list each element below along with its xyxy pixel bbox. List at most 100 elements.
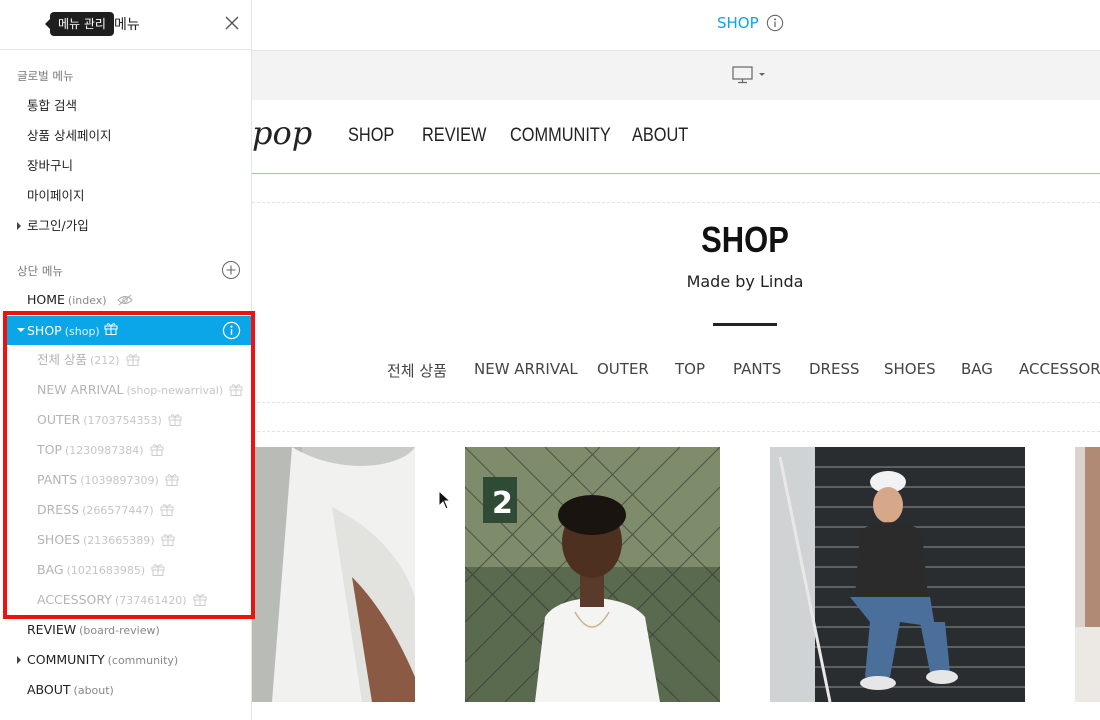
nav-link-about[interactable]: ABOUT (632, 125, 688, 147)
menu-item-slug: (community) (107, 654, 179, 667)
heading-rule (713, 323, 777, 326)
gift-icon (165, 474, 179, 486)
svg-text:2: 2 (492, 486, 513, 521)
submenu-item-slug: (213665389) (83, 534, 155, 547)
category-new-arrival[interactable]: NEW ARRIVAL (474, 360, 578, 378)
divider (252, 431, 1100, 432)
menu-item-label: SHOP (27, 323, 62, 338)
collapse-caret-icon[interactable] (17, 328, 25, 332)
submenu-item-pants[interactable]: PANTS (1039897309) (37, 470, 179, 490)
menu-item-community[interactable]: COMMUNITY (community) (27, 650, 178, 670)
submenu-item-all[interactable]: 전체 상품 (212) (37, 350, 140, 370)
gift-icon (151, 564, 165, 576)
menu-manage-tooltip: 메뉴 관리 (45, 12, 114, 36)
global-item-product-detail[interactable]: 상품 상세페이지 (27, 126, 111, 146)
product-image[interactable]: 2 (465, 447, 720, 702)
device-bar (252, 51, 1100, 100)
gift-icon (168, 414, 182, 426)
gift-icon (150, 444, 164, 456)
gift-icon (229, 384, 243, 396)
submenu-item-slug: (212) (89, 354, 120, 367)
category-top[interactable]: TOP (675, 360, 705, 378)
nav-link-community[interactable]: COMMUNITY (510, 125, 611, 147)
submenu-item-dress[interactable]: DRESS (266577447) (37, 500, 174, 520)
menu-item-label: COMMUNITY (27, 652, 105, 667)
submenu-item-label: NEW ARRIVAL (37, 382, 124, 397)
submenu-item-shoes[interactable]: SHOES (213665389) (37, 530, 175, 550)
editor-topbar: SHOP (252, 0, 1100, 51)
submenu-item-label: OUTER (37, 412, 81, 427)
global-item-cart[interactable]: 장바구니 (27, 156, 73, 176)
menu-item-label: REVIEW (27, 622, 77, 637)
submenu-item-slug: (266577447) (82, 504, 154, 517)
submenu-item-slug: (1039897309) (80, 474, 159, 487)
global-menu-label: 글로벌 메뉴 (17, 69, 74, 83)
menu-item-slug: (board-review) (79, 624, 160, 637)
expand-caret-icon[interactable] (17, 656, 21, 664)
global-item-search[interactable]: 통합 검색 (27, 96, 77, 116)
nav-link-review[interactable]: REVIEW (422, 125, 486, 147)
product-image[interactable] (1075, 447, 1100, 702)
category-bag[interactable]: BAG (961, 360, 993, 378)
submenu-item-label: ACCESSORY (37, 592, 112, 607)
gift-icon (126, 354, 140, 366)
submenu-item-accessory[interactable]: ACCESSORY (737461420) (37, 590, 207, 610)
gift-icon (161, 534, 175, 546)
gift-icon (193, 594, 206, 606)
shop-subtitle: Made by Linda (686, 272, 804, 291)
menu-item-label: HOME (27, 292, 65, 307)
sidebar-title: 메뉴 (114, 17, 140, 33)
menu-item-about[interactable]: ABOUT (about) (27, 680, 114, 700)
submenu-item-label: BAG (37, 562, 64, 577)
sidebar-header: 메뉴 메뉴 관리 (0, 0, 251, 50)
submenu-item-slug: (1703754353) (83, 414, 162, 427)
top-menu-label: 상단 메뉴 (17, 264, 63, 278)
site-logo[interactable]: pop (252, 114, 312, 152)
close-icon[interactable] (222, 13, 242, 33)
submenu-item-label: DRESS (37, 502, 80, 517)
submenu-item-outer[interactable]: OUTER (1703754353) (37, 410, 182, 430)
submenu-item-slug: (737461420) (114, 594, 187, 607)
page-title[interactable]: SHOP (717, 14, 759, 32)
submenu-item-label: SHOES (37, 532, 81, 547)
menu-item-label: ABOUT (27, 682, 71, 697)
menu-item-home[interactable]: HOME (index) (27, 290, 133, 310)
product-image[interactable] (770, 447, 1025, 702)
category-shoes[interactable]: SHOES (884, 360, 936, 378)
submenu-item-new-arrival[interactable]: NEW ARRIVAL (shop-newarrival) (37, 380, 243, 400)
info-icon[interactable] (222, 321, 241, 340)
category-all[interactable]: 전체 상품 (387, 360, 447, 381)
menu-item-slug: (index) (67, 294, 107, 307)
submenu-item-label: 전체 상품 (37, 352, 87, 367)
shop-heading: SHOP (701, 219, 789, 260)
gift-icon (104, 323, 118, 335)
info-icon[interactable] (766, 14, 784, 32)
add-menu-icon[interactable] (221, 260, 241, 280)
menu-item-shop[interactable]: SHOP (shop) (5, 316, 251, 345)
global-item-login[interactable]: 로그인/가입 (27, 216, 89, 236)
submenu-item-slug: (1230987384) (65, 444, 144, 457)
divider (252, 202, 1100, 203)
global-item-mypage[interactable]: 마이페이지 (27, 186, 85, 206)
category-pants[interactable]: PANTS (733, 360, 781, 378)
menu-sidebar: 메뉴 메뉴 관리 글로벌 메뉴 통합 검색 상품 상세페이지 장바구니 마이페이… (0, 0, 252, 720)
product-image[interactable] (252, 447, 415, 702)
gift-icon (160, 504, 174, 516)
expand-caret-icon[interactable] (17, 222, 21, 230)
shop-content: SHOP Made by Linda 전체 상품 NEW ARRIVAL OUT… (252, 175, 1100, 720)
submenu-item-top[interactable]: TOP (1230987384) (37, 440, 164, 460)
site-header: pop SHOP REVIEW COMMUNITY ABOUT (252, 100, 1100, 174)
category-dress[interactable]: DRESS (809, 360, 860, 378)
submenu-item-label: PANTS (37, 472, 78, 487)
eye-hidden-icon[interactable] (116, 294, 133, 306)
submenu-item-slug: (1021683985) (66, 564, 146, 577)
submenu-item-slug: (shop-newarrival) (126, 384, 224, 397)
category-outer[interactable]: OUTER (597, 360, 649, 378)
nav-link-shop[interactable]: SHOP (348, 125, 394, 147)
mouse-cursor-icon (438, 490, 452, 510)
menu-item-slug: (shop) (64, 325, 100, 338)
submenu-item-bag[interactable]: BAG (1021683985) (37, 560, 165, 580)
category-accessory[interactable]: ACCESSORY (1019, 360, 1100, 378)
menu-item-review[interactable]: REVIEW (board-review) (27, 620, 160, 640)
desktop-view-icon[interactable] (732, 65, 768, 85)
